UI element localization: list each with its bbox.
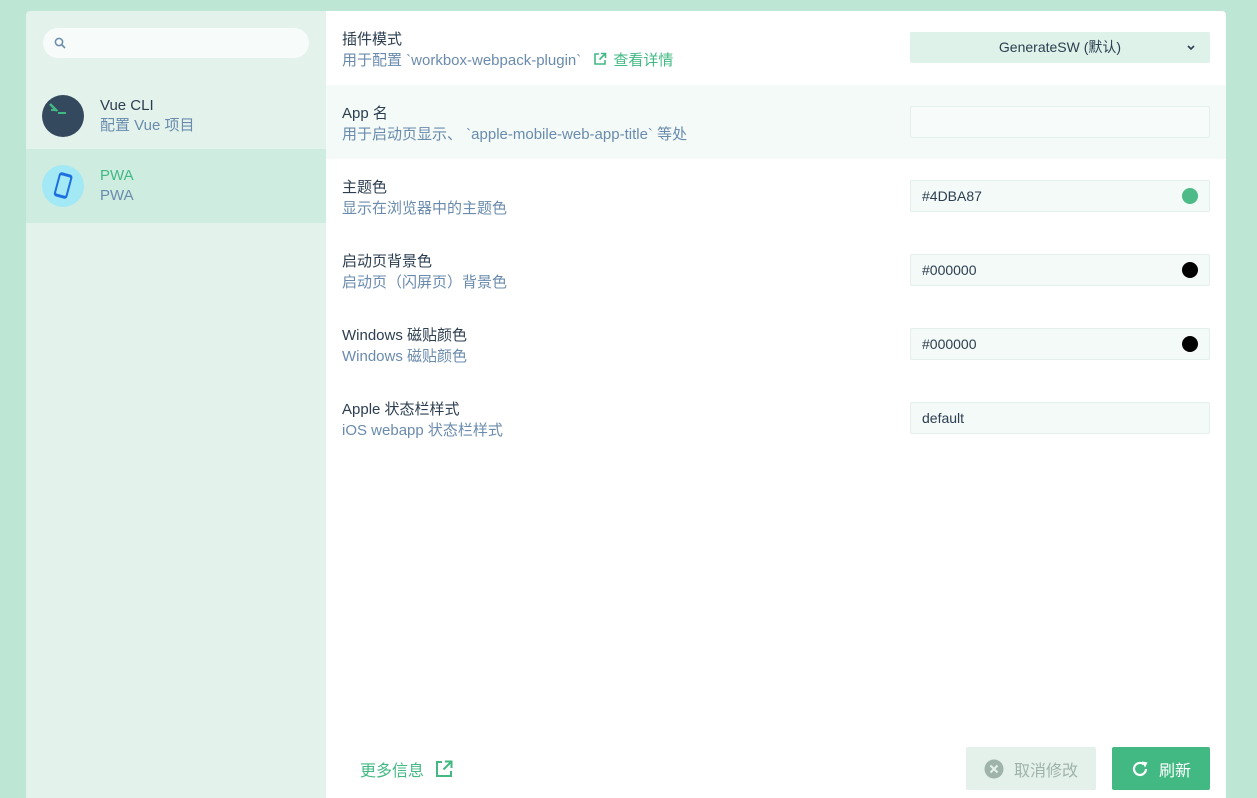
setting-row-splash-background: 启动页背景色 启动页（闪屏页）背景色 #000000 [326,233,1226,307]
app-window: Vue CLI 配置 Vue 项目 PWA PWA 插件模式 用于配置 `wor… [26,11,1226,798]
color-value: #000000 [922,262,977,278]
chevron-down-icon [1187,45,1195,51]
setting-description: iOS webapp 状态栏样式 [342,422,503,439]
setting-label: App 名 [342,105,388,122]
setting-description: 用于启动页显示、 `apple-mobile-web-app-title` 等处 [342,126,688,143]
settings-panel: 插件模式 用于配置 `workbox-webpack-plugin` 查看详情 … [326,11,1226,798]
color-value: #000000 [922,336,977,352]
setting-row-apple-status-bar: Apple 状态栏样式 iOS webapp 状态栏样式 default [326,381,1226,455]
app-name-input[interactable] [910,106,1210,138]
details-link-label: 查看详情 [613,52,674,69]
setting-row-plugin-mode: 插件模式 用于配置 `workbox-webpack-plugin` 查看详情 … [326,11,1226,85]
setting-label: 主题色 [342,179,388,196]
plugin-mode-select[interactable]: GenerateSW (默认) [910,32,1210,63]
setting-row-theme-color: 主题色 显示在浏览器中的主题色 #4DBA87 [326,159,1226,233]
sidebar-item-subtitle: PWA [100,187,134,204]
color-value: #4DBA87 [922,188,982,204]
setting-label: 启动页背景色 [342,253,433,270]
sidebar-item-vue-cli[interactable]: Vue CLI 配置 Vue 项目 [26,79,326,153]
color-swatch[interactable] [1182,336,1198,352]
refresh-label: 刷新 [1158,762,1191,780]
terminal-icon [42,95,84,137]
cancel-changes-label: 取消修改 [1013,762,1078,780]
color-swatch[interactable] [1182,262,1198,278]
external-link-icon [436,760,453,777]
color-swatch[interactable] [1182,188,1198,204]
cancel-changes-button[interactable]: 取消修改 [966,747,1096,790]
mobile-phone-icon [42,165,84,207]
search-icon [54,37,66,49]
close-circle-icon [984,759,1004,778]
search-input[interactable] [43,28,309,58]
setting-label: Windows 磁贴颜色 [342,327,468,344]
setting-description: 显示在浏览器中的主题色 [342,200,508,217]
details-link[interactable]: 查看详情 [585,52,673,69]
apple-status-bar-input[interactable]: default [910,402,1210,434]
refresh-button[interactable]: 刷新 [1112,747,1210,790]
windows-tile-color-input[interactable]: #000000 [910,328,1210,360]
setting-description: Windows 磁贴颜色 [342,348,468,365]
setting-description: 用于配置 `workbox-webpack-plugin` [342,52,582,69]
sidebar-item-subtitle: 配置 Vue 项目 [100,117,195,134]
sidebar: Vue CLI 配置 Vue 项目 PWA PWA [26,11,326,798]
setting-description: 启动页（闪屏页）背景色 [342,274,508,291]
sidebar-item-title: Vue CLI [100,97,154,114]
sidebar-item-pwa[interactable]: PWA PWA [26,149,326,223]
more-info-link[interactable]: 更多信息 [360,757,454,781]
external-link-icon [594,52,607,65]
setting-row-app-name: App 名 用于启动页显示、 `apple-mobile-web-app-tit… [326,85,1226,159]
setting-label: Apple 状态栏样式 [342,401,460,418]
select-value: GenerateSW (默认) [998,39,1122,55]
theme-color-input[interactable]: #4DBA87 [910,180,1210,212]
more-info-label: 更多信息 [360,763,425,780]
sidebar-item-title: PWA [100,167,134,184]
setting-row-windows-tile-color: Windows 磁贴颜色 Windows 磁贴颜色 #000000 [326,307,1226,381]
setting-label: 插件模式 [342,31,403,48]
splash-background-input[interactable]: #000000 [910,254,1210,286]
refresh-icon [1132,761,1148,776]
